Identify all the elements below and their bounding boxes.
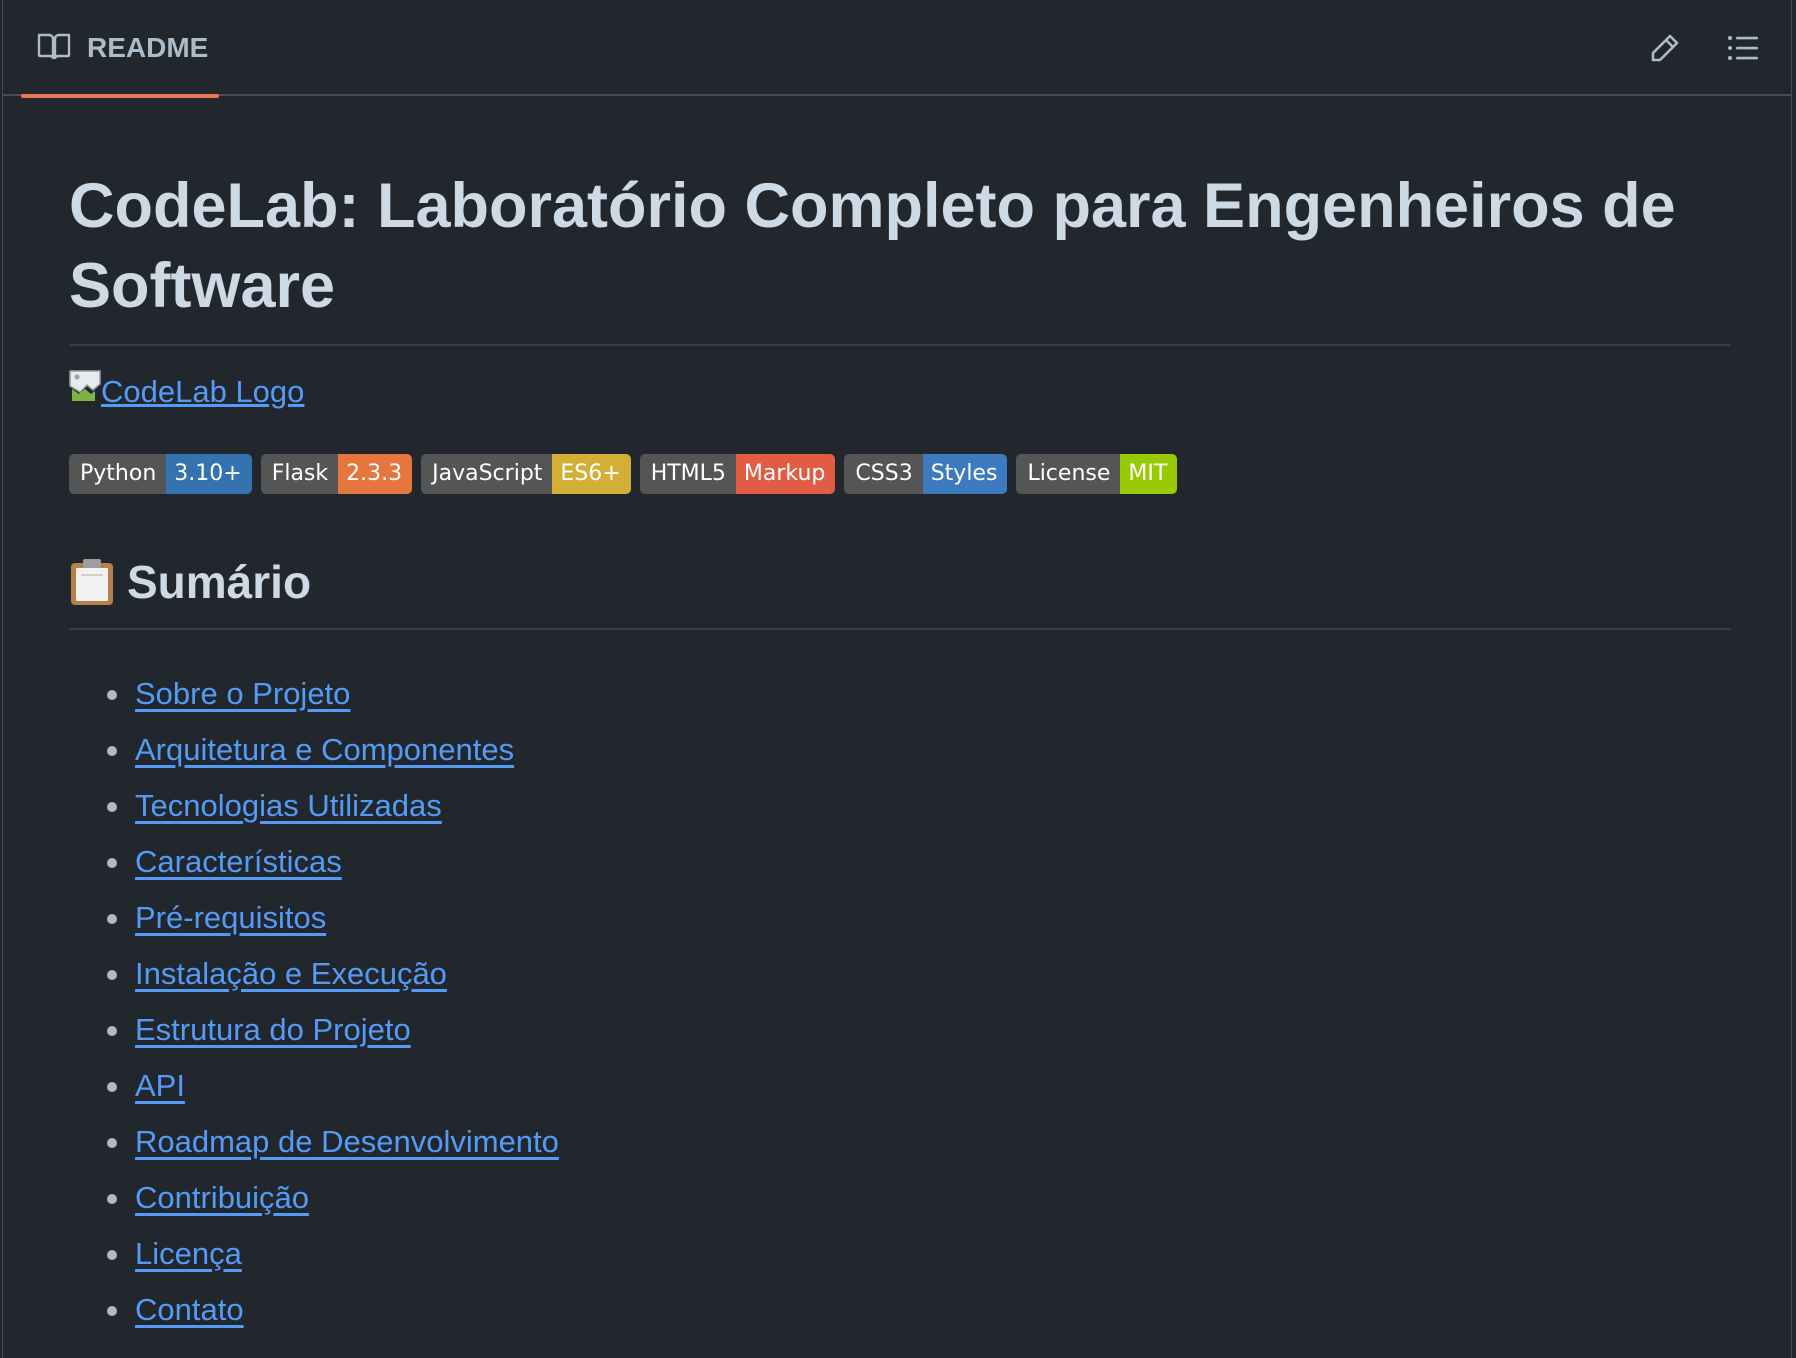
badge-python[interactable]: Python 3.10+ bbox=[69, 454, 252, 494]
badge-flask[interactable]: Flask 2.3.3 bbox=[260, 454, 413, 494]
list-item: API bbox=[69, 1058, 559, 1114]
badge-label: HTML5 bbox=[639, 454, 736, 494]
badge-license[interactable]: License MIT bbox=[1016, 454, 1178, 494]
list-item: Sobre o Projeto bbox=[69, 666, 559, 722]
badge-label: Python bbox=[69, 454, 167, 494]
badge-message: ES6+ bbox=[552, 454, 631, 494]
toc-link-pre-requisitos[interactable]: Pré-requisitos bbox=[135, 900, 326, 935]
toc-link-instalacao[interactable]: Instalação e Execução bbox=[135, 956, 447, 991]
list-item: Contribuição bbox=[69, 1170, 559, 1226]
active-tab-indicator bbox=[21, 94, 219, 98]
bullet bbox=[107, 746, 117, 756]
badge-label: Flask bbox=[260, 454, 339, 494]
pencil-icon bbox=[1651, 34, 1679, 62]
badge-message: 3.10+ bbox=[166, 454, 252, 494]
list-item: Instalação e Execução bbox=[69, 946, 559, 1002]
badge-label: CSS3 bbox=[844, 454, 923, 494]
list-item: Características bbox=[69, 834, 559, 890]
toc-link-api[interactable]: API bbox=[135, 1068, 185, 1103]
readme-panel: README CodeLab: Laboratório Completo par… bbox=[2, 0, 1792, 1358]
toc-link-roadmap[interactable]: Roadmap de Desenvolvimento bbox=[135, 1124, 559, 1159]
summary-heading: Sumário bbox=[69, 552, 1731, 630]
badge-label: License bbox=[1016, 454, 1121, 494]
bullet bbox=[107, 802, 117, 812]
list-item: Roadmap de Desenvolvimento bbox=[69, 1114, 559, 1170]
list-unordered-icon bbox=[1728, 36, 1758, 60]
badge-message: 2.3.3 bbox=[338, 454, 413, 494]
bullet bbox=[107, 858, 117, 868]
tab-label: README bbox=[87, 32, 209, 63]
clipboard-emoji-icon bbox=[71, 559, 113, 605]
page-title: CodeLab: Laboratório Completo para Engen… bbox=[69, 166, 1731, 346]
toc-link-sobre-o-projeto[interactable]: Sobre o Projeto bbox=[135, 676, 350, 711]
summary-heading-text: Sumário bbox=[127, 556, 312, 608]
bullet bbox=[107, 1138, 117, 1148]
table-of-contents: Sobre o Projeto Arquitetura e Componente… bbox=[69, 666, 559, 1338]
list-item: Tecnologias Utilizadas bbox=[69, 778, 559, 834]
badge-row: Python 3.10+ Flask 2.3.3 JavaScript ES6+… bbox=[69, 454, 1186, 494]
logo-link[interactable]: CodeLab Logo bbox=[69, 370, 305, 412]
logo-alt-text: CodeLab Logo bbox=[101, 374, 305, 409]
broken-image-icon bbox=[69, 370, 101, 401]
list-item: Estrutura do Projeto bbox=[69, 1002, 559, 1058]
bullet bbox=[107, 1250, 117, 1260]
badge-javascript[interactable]: JavaScript ES6+ bbox=[421, 454, 631, 494]
toc-link-licenca[interactable]: Licença bbox=[135, 1236, 242, 1271]
badge-message: MIT bbox=[1120, 454, 1178, 494]
toc-link-estrutura[interactable]: Estrutura do Projeto bbox=[135, 1012, 411, 1047]
readme-header: README bbox=[3, 0, 1791, 98]
list-item: Pré-requisitos bbox=[69, 890, 559, 946]
badge-message: Markup bbox=[735, 454, 836, 494]
toc-link-contato[interactable]: Contato bbox=[135, 1292, 244, 1327]
bullet bbox=[107, 970, 117, 980]
badge-html5[interactable]: HTML5 Markup bbox=[639, 454, 836, 494]
list-item: Contato bbox=[69, 1282, 559, 1338]
bullet bbox=[107, 1306, 117, 1316]
toc-link-caracteristicas[interactable]: Características bbox=[135, 844, 342, 879]
list-item: Licença bbox=[69, 1226, 559, 1282]
bullet bbox=[107, 690, 117, 700]
badge-label: JavaScript bbox=[421, 454, 553, 494]
bullet bbox=[107, 1026, 117, 1036]
edit-file-button[interactable] bbox=[1643, 26, 1687, 70]
bullet bbox=[107, 914, 117, 924]
toc-link-tecnologias[interactable]: Tecnologias Utilizadas bbox=[135, 788, 442, 823]
book-open-icon bbox=[37, 33, 71, 60]
list-item: Arquitetura e Componentes bbox=[69, 722, 559, 778]
toc-link-arquitetura[interactable]: Arquitetura e Componentes bbox=[135, 732, 514, 767]
outline-button[interactable] bbox=[1721, 26, 1765, 70]
tab-readme[interactable]: README bbox=[21, 0, 219, 98]
badge-css3[interactable]: CSS3 Styles bbox=[844, 454, 1008, 494]
bullet bbox=[107, 1082, 117, 1092]
bullet bbox=[107, 1194, 117, 1204]
badge-message: Styles bbox=[922, 454, 1008, 494]
toc-link-contribuicao[interactable]: Contribuição bbox=[135, 1180, 309, 1215]
